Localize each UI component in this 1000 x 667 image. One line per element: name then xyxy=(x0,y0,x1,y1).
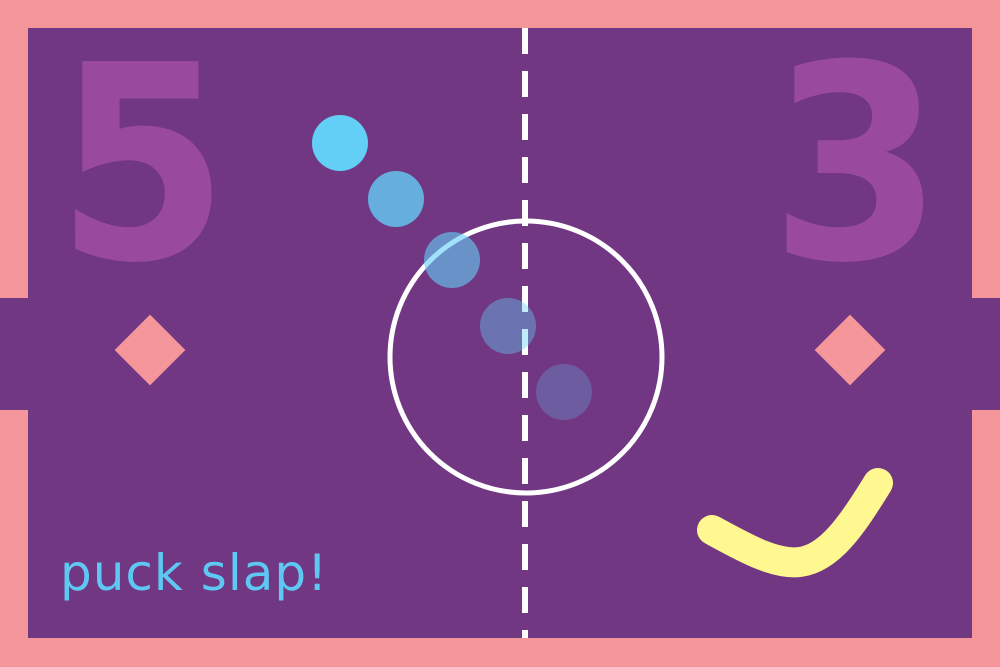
game-title: puck slap! xyxy=(60,544,329,602)
right-goal xyxy=(970,298,1000,410)
score-right: 3 xyxy=(770,7,943,322)
puck-icon xyxy=(312,115,368,171)
puck-trail xyxy=(536,364,592,420)
game-stage[interactable]: 5 3 puck slap! xyxy=(0,0,1000,667)
puck-trail xyxy=(480,298,536,354)
left-goal xyxy=(0,298,30,410)
score-left: 5 xyxy=(56,7,229,322)
puck-trail xyxy=(368,171,424,227)
puck-trail xyxy=(424,232,480,288)
